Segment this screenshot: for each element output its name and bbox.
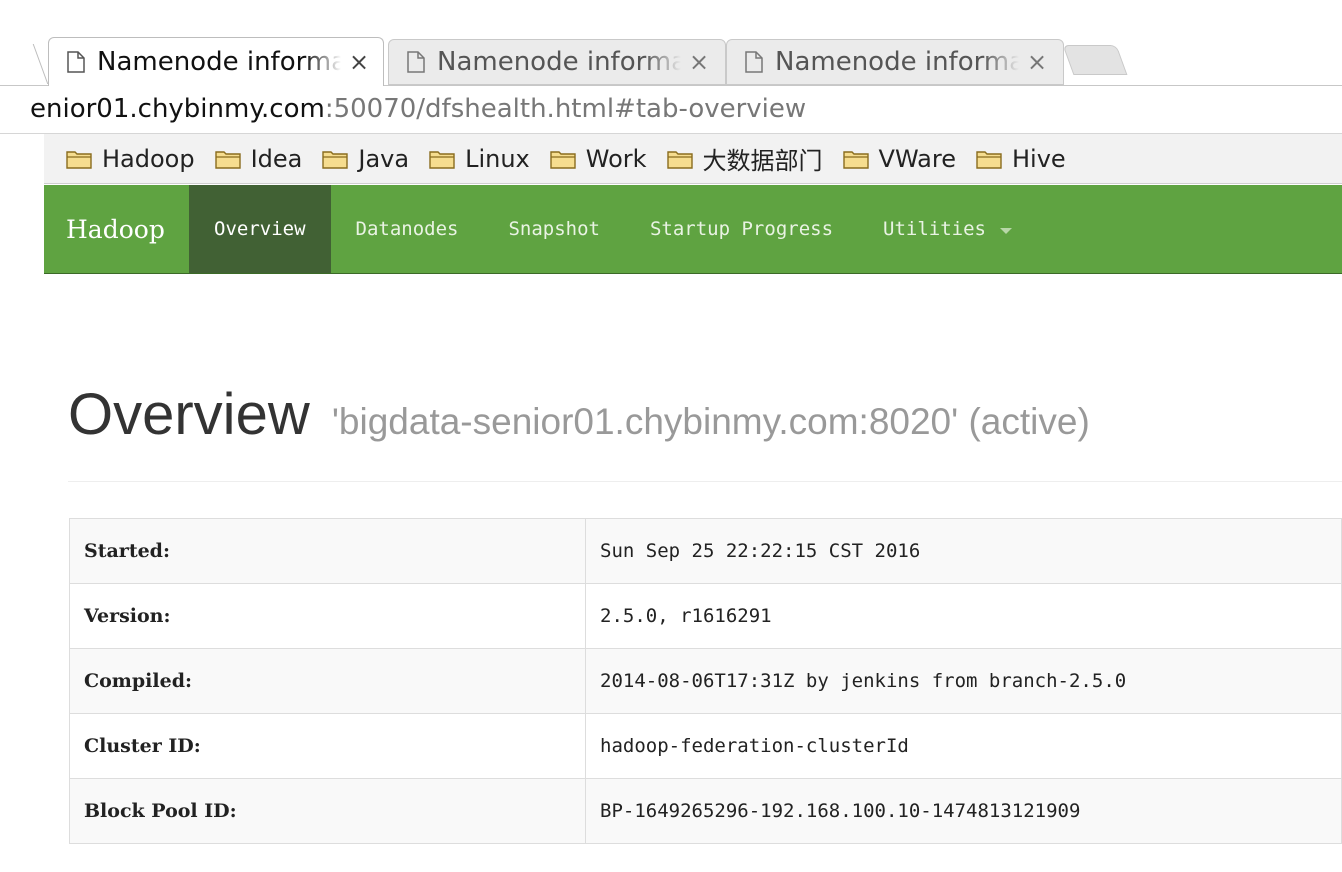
page-title-text: Overview bbox=[68, 382, 310, 447]
close-tab-icon[interactable]: × bbox=[689, 48, 709, 76]
close-tab-icon[interactable]: × bbox=[1027, 48, 1047, 76]
folder-icon bbox=[842, 150, 869, 169]
row-value: 2.5.0, r1616291 bbox=[585, 583, 1342, 649]
folder-icon bbox=[66, 150, 92, 169]
nav-startup-progress[interactable]: Startup Progress bbox=[625, 185, 858, 273]
url-text[interactable]: enior01.chybinmy.com:50070/dfshealth.htm… bbox=[30, 94, 806, 124]
folder-icon bbox=[550, 150, 576, 169]
folder-icon bbox=[429, 150, 455, 169]
bookmark-hadoop[interactable]: Hadoop bbox=[66, 145, 195, 173]
page-subtitle: 'bigdata-senior01.chybinmy.com:8020' (ac… bbox=[331, 401, 1090, 442]
table-row: Started: Sun Sep 25 22:22:15 CST 2016 bbox=[69, 518, 1342, 584]
row-value: hadoop-federation-clusterId bbox=[585, 713, 1342, 779]
page-title: Overview 'bigdata-senior01.chybinmy.com:… bbox=[68, 380, 1342, 457]
browser-tab-3[interactable]: Namenode information × bbox=[726, 39, 1064, 85]
bookmark-label: Java bbox=[358, 144, 410, 173]
browser-tab-1[interactable]: Namenode information × bbox=[48, 37, 384, 86]
page-header: Overview 'bigdata-senior01.chybinmy.com:… bbox=[68, 380, 1342, 482]
table-row: Compiled: 2014-08-06T17:31Z by jenkins f… bbox=[69, 648, 1342, 714]
row-label: Version: bbox=[69, 583, 586, 649]
row-value: Sun Sep 25 22:22:15 CST 2016 bbox=[585, 518, 1342, 584]
bookmark-bigdata-dept[interactable]: 大数据部门 bbox=[666, 141, 823, 176]
bookmark-java[interactable]: Java bbox=[322, 145, 409, 173]
tab-title: Namenode information bbox=[97, 47, 341, 77]
nav-datanodes[interactable]: Datanodes bbox=[331, 185, 484, 273]
url-host: enior01.chybinmy.com bbox=[30, 94, 325, 124]
table-row: Version: 2.5.0, r1616291 bbox=[69, 583, 1342, 649]
nav-utilities[interactable]: Utilities bbox=[858, 185, 1037, 273]
nav-utilities-label: Utilities bbox=[883, 218, 986, 240]
overview-table: Started: Sun Sep 25 22:22:15 CST 2016 Ve… bbox=[69, 518, 1342, 844]
bookmark-label: Hive bbox=[1011, 144, 1066, 173]
bookmark-vware[interactable]: VWare bbox=[842, 144, 956, 173]
hadoop-navbar: Hadoop Overview Datanodes Snapshot Start… bbox=[44, 185, 1342, 274]
bookmark-label: Idea bbox=[250, 144, 303, 173]
folder-icon bbox=[214, 150, 241, 169]
row-value: 2014-08-06T17:31Z by jenkins from branch… bbox=[585, 648, 1342, 714]
folder-icon bbox=[322, 150, 349, 169]
bookmark-label: Work bbox=[585, 144, 647, 173]
new-tab-button[interactable] bbox=[1062, 45, 1128, 75]
close-tab-icon[interactable]: × bbox=[349, 48, 369, 76]
bookmark-linux[interactable]: Linux bbox=[429, 145, 530, 173]
bookmark-label: VWare bbox=[878, 144, 956, 173]
document-icon bbox=[67, 51, 85, 73]
bookmark-hive[interactable]: Hive bbox=[976, 145, 1066, 173]
row-label: Cluster ID: bbox=[69, 713, 586, 779]
bookmarks-bar: Hadoop Idea Java Linux Work 大数据部门 VWare … bbox=[44, 134, 1342, 184]
caret-down-icon bbox=[999, 228, 1012, 234]
tab-title: Namenode information bbox=[775, 47, 1019, 77]
table-row: Block Pool ID: BP-1649265296-192.168.100… bbox=[69, 778, 1342, 844]
bookmark-label: Linux bbox=[465, 144, 530, 173]
row-value: BP-1649265296-192.168.100.10-14748131219… bbox=[585, 778, 1342, 844]
folder-icon bbox=[976, 150, 1002, 169]
document-icon bbox=[407, 51, 425, 73]
bookmark-idea[interactable]: Idea bbox=[214, 144, 303, 173]
row-label: Started: bbox=[69, 518, 586, 584]
folder-icon bbox=[666, 150, 693, 169]
tab-title: Namenode information bbox=[437, 47, 681, 77]
address-bar[interactable]: enior01.chybinmy.com:50070/dfshealth.htm… bbox=[0, 86, 1342, 134]
document-icon bbox=[745, 51, 763, 73]
nav-snapshot[interactable]: Snapshot bbox=[483, 185, 625, 273]
row-label: Block Pool ID: bbox=[69, 778, 586, 844]
url-path: :50070/dfshealth.html#tab-overview bbox=[324, 94, 807, 124]
bookmark-label: Hadoop bbox=[102, 144, 195, 173]
nav-overview[interactable]: Overview bbox=[189, 185, 331, 273]
bookmark-label: 大数据部门 bbox=[702, 147, 823, 175]
browser-tab-2[interactable]: Namenode information × bbox=[388, 39, 726, 85]
bookmark-work[interactable]: Work bbox=[550, 145, 647, 173]
row-label: Compiled: bbox=[69, 648, 586, 714]
table-row: Cluster ID: hadoop-federation-clusterId bbox=[69, 713, 1342, 779]
brand-hadoop[interactable]: Hadoop bbox=[44, 185, 189, 273]
browser-tab-strip: Namenode information × Namenode informat… bbox=[0, 0, 1342, 86]
